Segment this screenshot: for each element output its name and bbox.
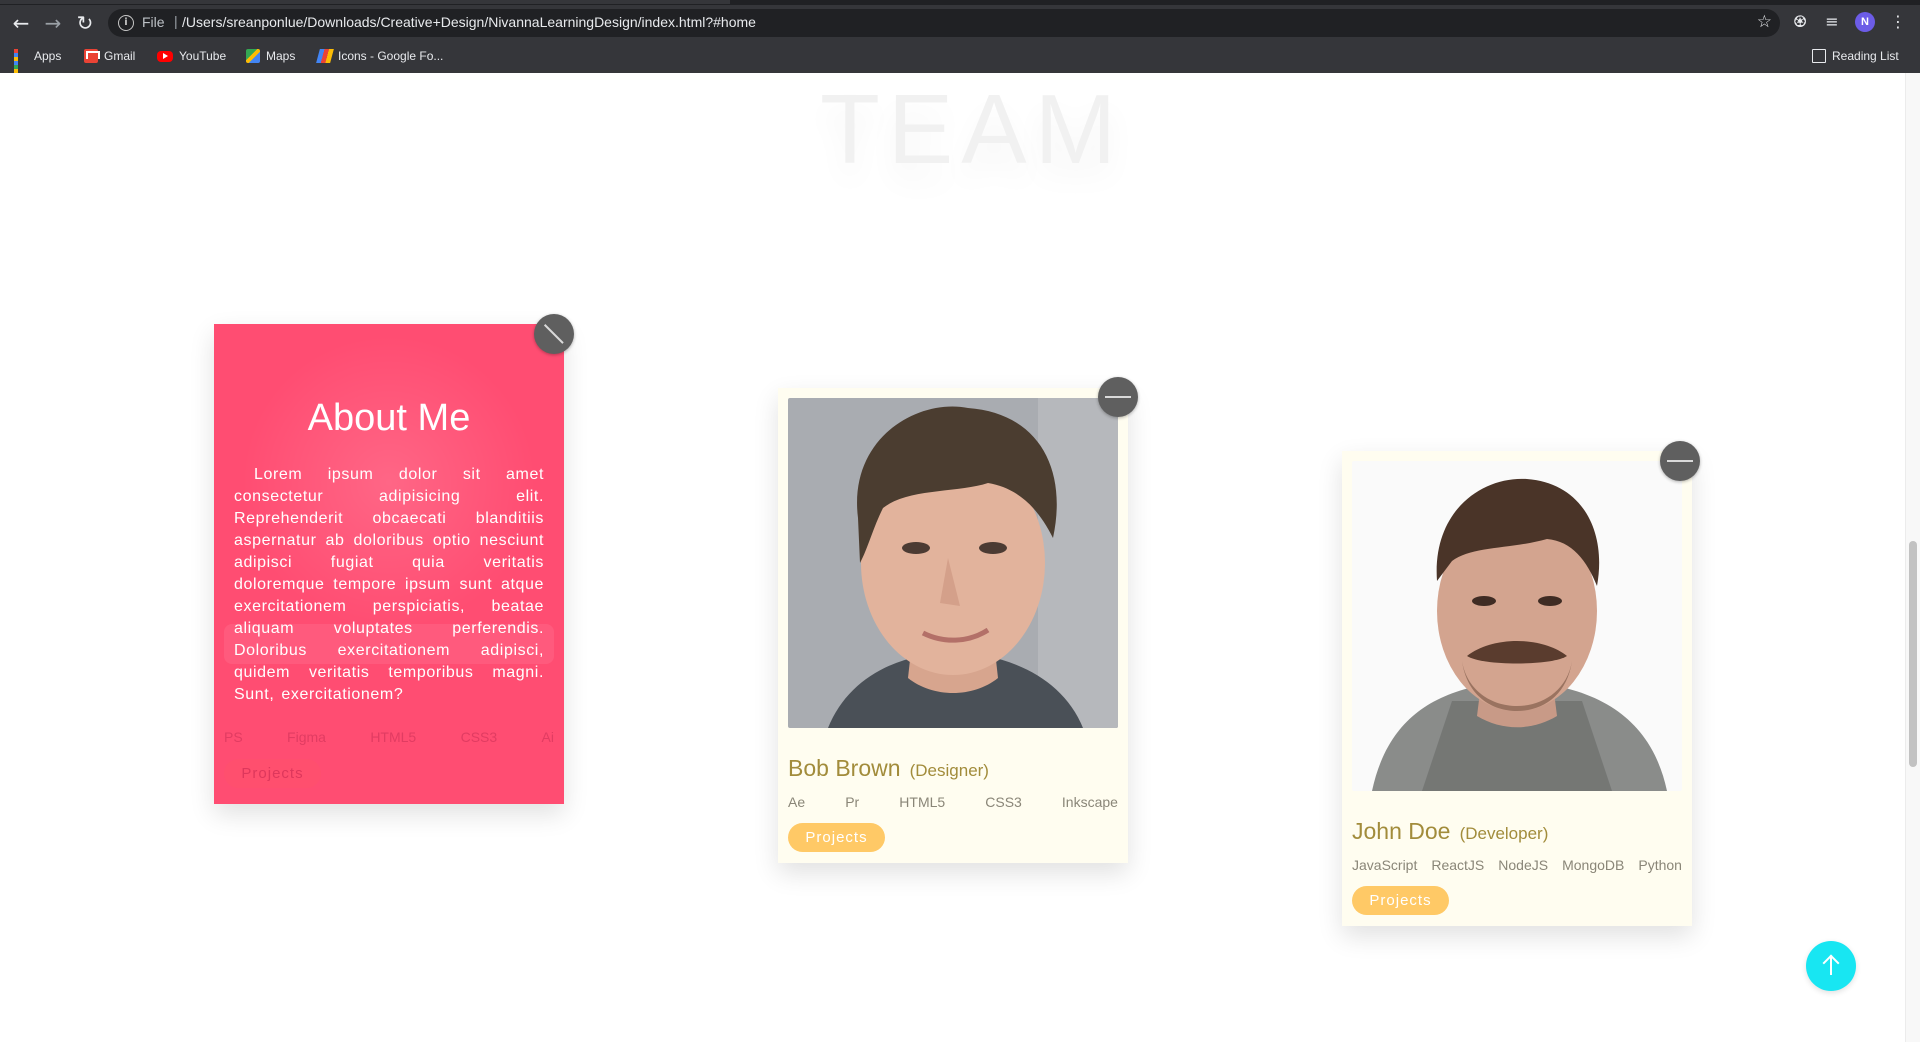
bookmark-label: Apps	[34, 49, 62, 63]
skill-tag: Ae	[788, 794, 806, 810]
ghost-skill: HTML5	[370, 729, 417, 745]
reading-list-button[interactable]: Reading List	[1812, 47, 1899, 65]
card-flip-toggle[interactable]	[534, 314, 574, 354]
toggle-bar-icon	[1667, 460, 1693, 462]
menu-kebab-icon[interactable]: ⋮	[1888, 12, 1908, 32]
browser-chrome: ← → ↻ i File | /Users/sreanponlue/Downlo…	[0, 0, 1920, 85]
back-to-top-button[interactable]	[1806, 941, 1856, 991]
bookmark-label: YouTube	[179, 49, 227, 63]
bookmark-maps[interactable]: Maps	[246, 47, 295, 65]
reading-list-label: Reading List	[1832, 49, 1899, 63]
media-queue-icon[interactable]: ≡	[1822, 12, 1842, 32]
member-skills: JavaScript ReactJS NodeJS MongoDB Python	[1352, 857, 1682, 873]
reload-icon[interactable]: ↻	[73, 11, 97, 35]
skill-tag: HTML5	[899, 794, 946, 810]
ghost-skill: Figma	[287, 729, 326, 745]
section-title: TEAM	[820, 74, 1125, 184]
url-text[interactable]: /Users/sreanponlue/Downloads/Creative+De…	[182, 14, 756, 30]
reading-list-icon	[1812, 49, 1826, 63]
gmail-icon	[84, 49, 98, 63]
ghost-skill: CSS3	[460, 729, 498, 745]
member-skills: Ae Pr HTML5 CSS3 Inkscape	[788, 794, 1118, 810]
bookmark-youtube[interactable]: YouTube	[157, 47, 226, 65]
skill-tag: CSS3	[985, 794, 1022, 810]
bob-brown-photo	[788, 398, 1118, 728]
member-role: (Designer)	[909, 761, 989, 780]
skill-tag: NodeJS	[1498, 857, 1549, 873]
bookmark-gmail[interactable]: Gmail	[84, 47, 135, 65]
skill-tag: Pr	[845, 794, 860, 810]
ghost-skill: Ai	[541, 729, 554, 745]
toggle-bar-icon	[544, 324, 564, 344]
bookmark-label: Icons - Google Fo...	[338, 49, 444, 63]
member-photo	[788, 398, 1118, 728]
extensions-puzzle-icon[interactable]: ♼	[1790, 12, 1810, 32]
page-viewport: TEAM PS Figma HTML5 CSS3 Ai Projects Abo…	[0, 73, 1920, 1042]
about-me-card[interactable]: PS Figma HTML5 CSS3 Ai Projects About Me…	[214, 324, 564, 804]
member-photo	[1352, 461, 1682, 791]
about-title: About Me	[307, 397, 471, 439]
active-tab-hint	[0, 0, 730, 4]
scrollbar-thumb[interactable]	[1909, 541, 1917, 767]
site-info-icon[interactable]: i	[118, 15, 134, 31]
browser-toolbar: ← → ↻ i File | /Users/sreanponlue/Downlo…	[0, 5, 1920, 39]
skill-tag: MongoDB	[1562, 857, 1625, 873]
bookmark-google-fonts[interactable]: Icons - Google Fo...	[316, 47, 444, 65]
url-scheme-label: File	[142, 14, 165, 30]
forward-arrow-icon[interactable]: →	[41, 11, 65, 35]
member-name: John Doe	[1352, 818, 1451, 844]
address-bar[interactable]: i File | /Users/sreanponlue/Downloads/Cr…	[108, 9, 1780, 37]
member-name-line: Bob Brown (Designer)	[788, 755, 989, 782]
bookmark-apps[interactable]: Apps	[14, 47, 62, 85]
projects-button[interactable]: Projects	[788, 823, 885, 852]
ghost-skills-list: PS Figma HTML5 CSS3 Ai	[224, 729, 554, 745]
ghost-skill: PS	[224, 729, 243, 745]
bookmarks-bar: Apps Gmail YouTube Maps Icons - Google F…	[0, 44, 1920, 85]
skill-tag: ReactJS	[1431, 857, 1485, 873]
maps-icon	[246, 49, 260, 63]
page-scrollbar[interactable]	[1905, 73, 1920, 1042]
youtube-icon	[157, 50, 173, 62]
profile-avatar[interactable]: N	[1855, 12, 1875, 32]
arrow-up-stem	[1830, 957, 1832, 975]
bookmark-label: Gmail	[104, 49, 136, 63]
member-name: Bob Brown	[788, 755, 901, 781]
bookmark-label: Maps	[266, 49, 296, 63]
ghost-projects-button: Projects	[224, 759, 321, 788]
projects-button[interactable]: Projects	[1352, 886, 1449, 915]
about-text: Lorem ipsum dolor sit amet consectetur a…	[234, 466, 544, 703]
skill-tag: Python	[1638, 857, 1682, 873]
skill-tag: Inkscape	[1061, 794, 1118, 810]
google-fonts-icon	[316, 49, 334, 63]
toggle-bar-icon	[1105, 396, 1131, 398]
john-doe-photo	[1352, 461, 1682, 791]
apps-grid-icon	[14, 49, 28, 85]
back-arrow-icon[interactable]: ←	[9, 11, 33, 35]
url-separator: |	[174, 13, 178, 29]
card-flip-toggle[interactable]	[1660, 441, 1700, 481]
team-card-john-doe[interactable]: John Doe (Developer) JavaScript ReactJS …	[1342, 451, 1692, 926]
skill-tag: JavaScript	[1352, 857, 1418, 873]
team-card-bob-brown[interactable]: Bob Brown (Designer) Ae Pr HTML5 CSS3 In…	[778, 388, 1128, 863]
member-role: (Developer)	[1459, 824, 1549, 843]
card-flip-toggle[interactable]	[1098, 377, 1138, 417]
member-name-line: John Doe (Developer)	[1352, 818, 1548, 845]
bookmark-star-icon[interactable]: ☆	[1757, 12, 1772, 32]
